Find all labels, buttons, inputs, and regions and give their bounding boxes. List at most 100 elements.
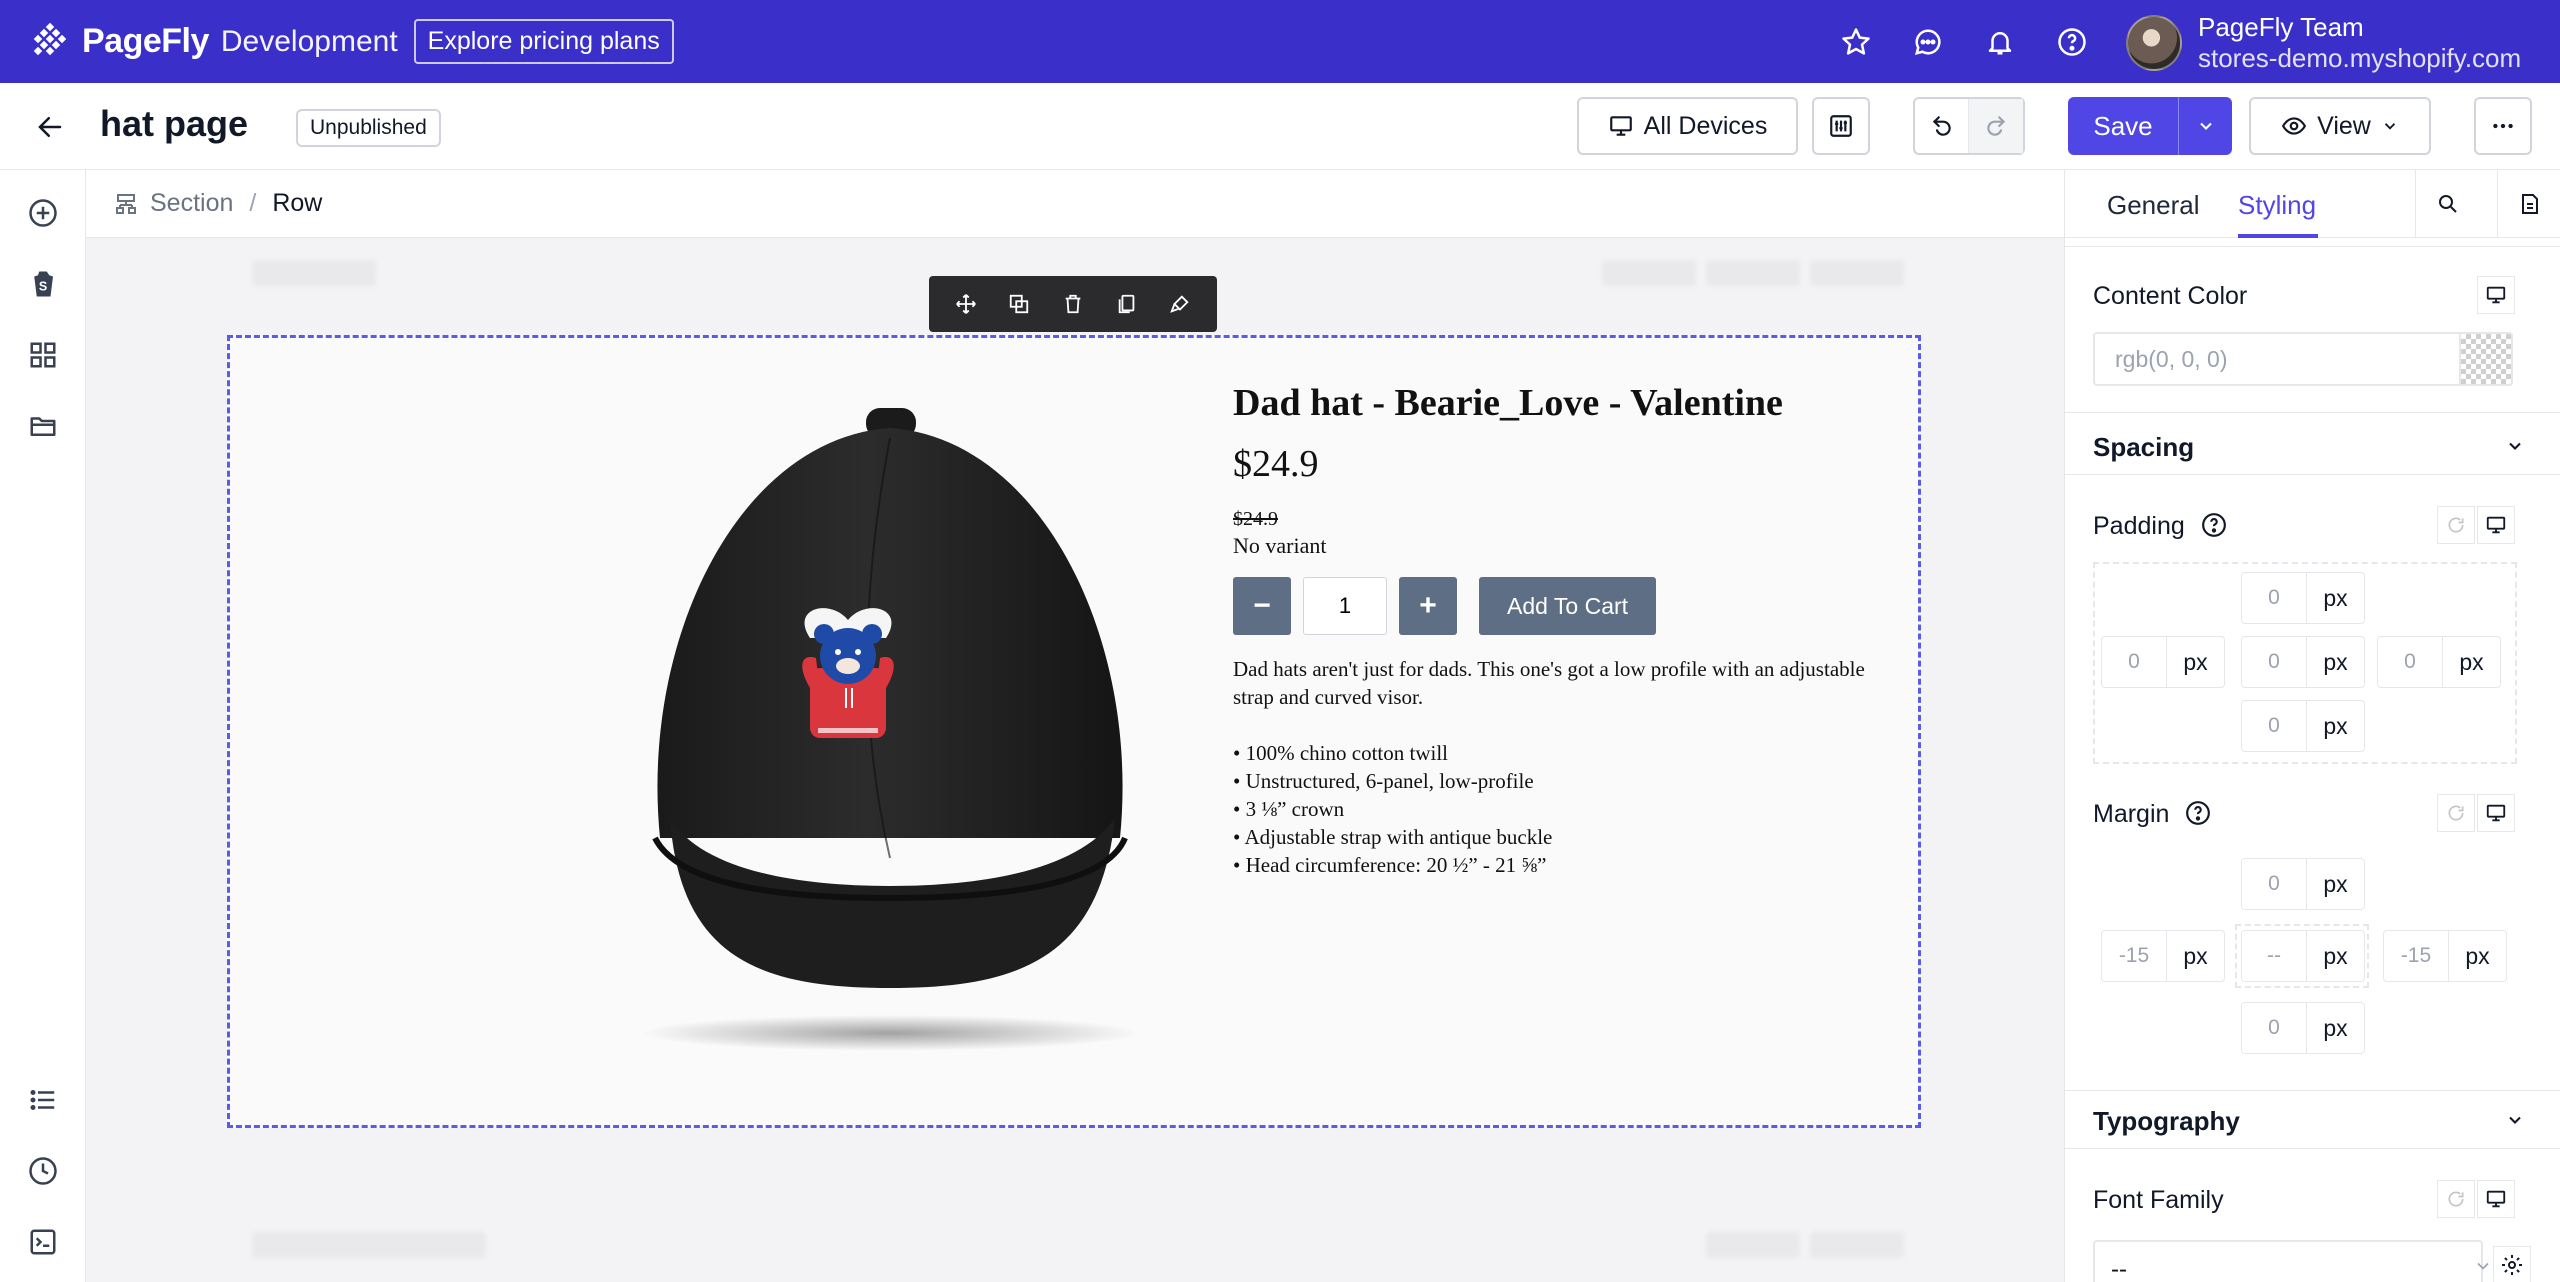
search-icon[interactable] <box>2415 170 2479 238</box>
variant-text[interactable]: No variant <box>1233 533 1893 559</box>
unit-label: px <box>2448 931 2506 981</box>
reset-icon[interactable] <box>2437 1180 2475 1218</box>
compare-price[interactable]: $24.9 <box>1233 508 1893 531</box>
gear-icon[interactable] <box>2493 1246 2531 1282</box>
padding-right-field[interactable]: 0 px <box>2377 636 2501 688</box>
margin-right-value[interactable]: -15 <box>2384 931 2448 981</box>
grid-icon[interactable] <box>22 334 64 376</box>
duplicate-icon[interactable] <box>999 284 1039 324</box>
ghost-placeholder <box>252 1232 486 1258</box>
padding-left-field[interactable]: 0 px <box>2101 636 2225 688</box>
help-icon[interactable] <box>2185 800 2211 826</box>
svg-text:S: S <box>39 279 47 293</box>
star-icon[interactable] <box>1832 18 1880 66</box>
margin-center-value[interactable]: -- <box>2242 931 2306 981</box>
add-to-cart-button[interactable]: Add To Cart <box>1479 577 1657 635</box>
add-element-icon[interactable] <box>22 192 64 234</box>
brand-environment: Development <box>220 24 398 58</box>
divider <box>2065 474 2560 475</box>
editor-canvas[interactable]: Dad hat - Bearie_Love - Valentine $24.9 … <box>86 238 2064 1282</box>
terminal-icon[interactable] <box>22 1221 64 1263</box>
undo-icon[interactable] <box>1915 99 1970 153</box>
history-clock-icon[interactable] <box>22 1150 64 1192</box>
desktop-icon[interactable] <box>2477 794 2515 832</box>
panel-tabs: General Styling <box>2065 170 2560 238</box>
back-arrow-icon[interactable] <box>30 107 70 147</box>
padding-right-value[interactable]: 0 <box>2378 637 2442 687</box>
divider <box>2065 246 2560 247</box>
chat-icon[interactable] <box>1904 18 1952 66</box>
product-bullets[interactable]: • 100% chino cotton twill • Unstructured… <box>1233 739 1893 879</box>
settings-sliders-button[interactable] <box>1812 97 1870 155</box>
shopify-icon[interactable]: S <box>22 263 64 305</box>
desktop-icon[interactable] <box>2477 276 2515 314</box>
breadcrumb-section[interactable]: Section <box>150 189 233 218</box>
margin-left-field[interactable]: -15 px <box>2101 930 2225 982</box>
margin-label: Margin <box>2093 800 2170 828</box>
explore-pricing-button[interactable]: Explore pricing plans <box>413 19 674 64</box>
typography-section-title[interactable]: Typography <box>2093 1106 2240 1137</box>
view-button[interactable]: View <box>2249 97 2431 155</box>
padding-top-value[interactable]: 0 <box>2242 573 2306 623</box>
devices-button[interactable]: All Devices <box>1577 97 1798 155</box>
color-swatch[interactable] <box>2459 332 2513 386</box>
quantity-increase-button[interactable]: + <box>1399 577 1457 635</box>
quantity-row: − + Add To Cart <box>1233 577 1893 635</box>
margin-bottom-value[interactable]: 0 <box>2242 1003 2306 1053</box>
desktop-icon[interactable] <box>2477 506 2515 544</box>
delete-icon[interactable] <box>1053 284 1093 324</box>
more-options-button[interactable] <box>2474 97 2532 155</box>
unit-label: px <box>2306 637 2364 687</box>
margin-center-field[interactable]: -- px <box>2241 930 2365 982</box>
list-icon[interactable] <box>22 1079 64 1121</box>
product-image[interactable] <box>560 398 1210 1058</box>
reset-icon[interactable] <box>2437 794 2475 832</box>
product-description[interactable]: Dad hats aren't just for dads. This one'… <box>1233 655 1893 711</box>
bell-icon[interactable] <box>1976 18 2024 66</box>
save-button[interactable]: Save <box>2068 97 2178 155</box>
padding-center-value[interactable]: 0 <box>2242 637 2306 687</box>
unit-label: px <box>2442 637 2500 687</box>
desktop-icon[interactable] <box>2477 1180 2515 1218</box>
chevron-down-icon[interactable] <box>2505 1110 2525 1130</box>
reset-icon[interactable] <box>2437 506 2475 544</box>
margin-top-value[interactable]: 0 <box>2242 859 2306 909</box>
page-title: hat page <box>100 103 249 144</box>
help-icon[interactable] <box>2201 512 2227 538</box>
content-color-input[interactable]: rgb(0, 0, 0) <box>2093 332 2513 386</box>
element-toolbar <box>929 276 1217 332</box>
paint-brush-icon[interactable] <box>1160 284 1200 324</box>
margin-left-value[interactable]: -15 <box>2102 931 2166 981</box>
quantity-decrease-button[interactable]: − <box>1233 577 1291 635</box>
save-options-button[interactable] <box>2178 97 2232 155</box>
eye-icon <box>2282 117 2307 135</box>
help-icon[interactable] <box>2048 18 2096 66</box>
brand[interactable]: PageFly Development <box>30 22 398 62</box>
padding-bottom-field[interactable]: 0 px <box>2241 700 2365 752</box>
product-title[interactable]: Dad hat - Bearie_Love - Valentine <box>1233 378 1893 428</box>
font-family-select[interactable]: -- <box>2093 1240 2483 1282</box>
document-icon[interactable] <box>2497 170 2560 238</box>
redo-icon[interactable] <box>1969 99 2023 153</box>
tab-general[interactable]: General <box>2107 190 2200 221</box>
chevron-down-icon[interactable] <box>2505 436 2525 456</box>
selected-row[interactable]: Dad hat - Bearie_Love - Valentine $24.9 … <box>227 335 1921 1128</box>
padding-left-value[interactable]: 0 <box>2102 637 2166 687</box>
margin-right-field[interactable]: -15 px <box>2383 930 2507 982</box>
padding-bottom-value[interactable]: 0 <box>2242 701 2306 751</box>
tab-styling[interactable]: Styling <box>2238 190 2316 221</box>
user-menu[interactable]: PageFly Team stores-demo.myshopify.com <box>2126 12 2521 74</box>
move-icon[interactable] <box>946 284 986 324</box>
chevron-down-icon <box>2199 122 2212 130</box>
margin-bottom-field[interactable]: 0 px <box>2241 1002 2365 1054</box>
breadcrumb-row[interactable]: Row <box>272 189 322 218</box>
folder-icon[interactable] <box>22 405 64 447</box>
padding-top-field[interactable]: 0 px <box>2241 572 2365 624</box>
list-item: • Adjustable strap with antique buckle <box>1233 825 1553 849</box>
copy-icon[interactable] <box>1107 284 1147 324</box>
margin-top-field[interactable]: 0 px <box>2241 858 2365 910</box>
padding-center-field[interactable]: 0 px <box>2241 636 2365 688</box>
product-price[interactable]: $24.9 <box>1233 440 1893 488</box>
spacing-section-title[interactable]: Spacing <box>2093 432 2194 463</box>
quantity-input[interactable] <box>1303 577 1387 635</box>
